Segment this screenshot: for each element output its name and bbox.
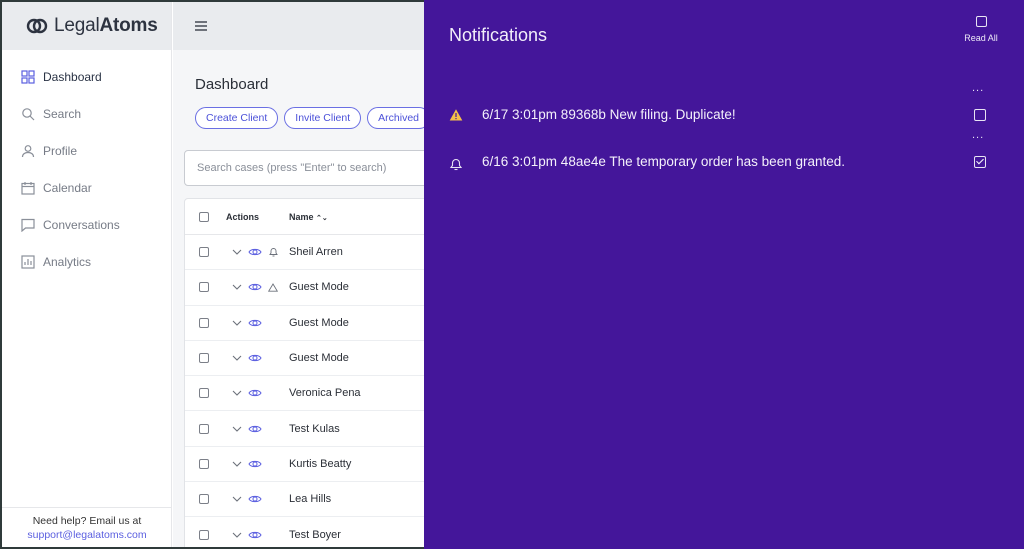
- eye-icon[interactable]: [248, 529, 262, 541]
- sidebar-item-label: Conversations: [43, 217, 120, 232]
- help-text: Need help? Email us at: [32, 515, 142, 527]
- read-all-label: Read All: [964, 33, 998, 43]
- more-options-icon[interactable]: ...: [972, 82, 984, 94]
- logo-icon: [26, 18, 48, 34]
- notifications-panel: Notifications Read All ... 6/17 3:01pm 8…: [424, 0, 1024, 549]
- sidebar-item-analytics[interactable]: Analytics: [2, 243, 171, 280]
- warning-icon: [449, 109, 463, 121]
- notification-item[interactable]: 6/17 3:01pm 89368b New filing. Duplicate…: [424, 104, 1024, 128]
- row-checkbox[interactable]: [198, 388, 209, 399]
- chevron-down-icon[interactable]: [230, 387, 244, 399]
- calendar-icon: [21, 181, 35, 195]
- chevron-down-icon[interactable]: [230, 246, 244, 258]
- sidebar-item-search[interactable]: Search: [2, 95, 171, 132]
- notifications-title: Notifications: [449, 25, 548, 45]
- sidebar-item-profile[interactable]: Profile: [2, 132, 171, 169]
- notification-read-checkbox[interactable]: [974, 109, 986, 121]
- archived-button[interactable]: Archived: [367, 107, 430, 129]
- notification-item[interactable]: 6/16 3:01pm 48ae4e The temporary order h…: [424, 151, 1024, 175]
- user-icon: [21, 144, 35, 157]
- sidebar-item-dashboard[interactable]: Dashboard: [2, 58, 171, 95]
- invite-client-button[interactable]: Invite Client: [284, 107, 362, 129]
- sidebar-item-label: Dashboard: [43, 69, 102, 84]
- chevron-down-icon[interactable]: [230, 352, 244, 364]
- eye-icon[interactable]: [248, 458, 262, 470]
- eye-icon[interactable]: [248, 246, 262, 258]
- page-title: Dashboard: [195, 76, 269, 93]
- row-checkbox[interactable]: [198, 458, 209, 469]
- row-checkbox[interactable]: [198, 494, 209, 505]
- bell-icon: [266, 246, 280, 258]
- row-checkbox[interactable]: [198, 282, 209, 293]
- chevron-down-icon[interactable]: [230, 423, 244, 435]
- sidebar-item-calendar[interactable]: Calendar: [2, 169, 171, 206]
- hamburger-menu-icon[interactable]: [194, 20, 208, 32]
- sort-icon: ⌃⌄: [316, 214, 328, 222]
- read-all-checkbox[interactable]: [975, 16, 987, 27]
- row-checkbox[interactable]: [198, 353, 209, 364]
- notification-text: 6/16 3:01pm 48ae4e The temporary order h…: [482, 154, 845, 169]
- chat-icon: [21, 218, 35, 232]
- chevron-down-icon[interactable]: [230, 281, 244, 293]
- notification-read-checkbox[interactable]: [974, 156, 986, 168]
- warning-icon: [266, 281, 280, 293]
- read-all-control[interactable]: Read All: [961, 16, 1001, 43]
- column-actions: Actions: [226, 211, 260, 222]
- sidebar-item-label: Search: [43, 106, 82, 121]
- support-email-link[interactable]: support@legalatoms.com: [27, 529, 146, 541]
- chevron-down-icon[interactable]: [230, 317, 244, 329]
- chevron-down-icon[interactable]: [230, 529, 244, 541]
- row-checkbox[interactable]: [198, 247, 209, 258]
- notification-text: 6/17 3:01pm 89368b New filing. Duplicate…: [482, 107, 736, 122]
- sidebar-nav: Dashboard Search Profile Calendar Conver…: [2, 58, 171, 280]
- logo-text[interactable]: LegalAtoms: [54, 15, 158, 37]
- help-footer: Need help? Email us at support@legalatom…: [2, 507, 172, 547]
- action-buttons: Create Client Invite Client Archived: [195, 107, 430, 129]
- row-checkbox[interactable]: [198, 529, 209, 540]
- chart-icon: [21, 254, 35, 269]
- select-all-checkbox[interactable]: [198, 211, 209, 222]
- eye-icon[interactable]: [248, 387, 262, 399]
- logo-bar: LegalAtoms: [2, 2, 171, 50]
- sidebar-item-conversations[interactable]: Conversations: [2, 206, 171, 243]
- sidebar: LegalAtoms Dashboard Search Profile Cale…: [2, 2, 172, 547]
- sidebar-item-label: Calendar: [43, 180, 92, 195]
- sidebar-item-label: Analytics: [43, 254, 92, 269]
- row-checkbox[interactable]: [198, 423, 209, 434]
- eye-icon[interactable]: [248, 493, 262, 505]
- chevron-down-icon[interactable]: [230, 458, 244, 470]
- eye-icon[interactable]: [248, 352, 262, 364]
- search-placeholder: Search cases (press "Enter" to search): [197, 162, 387, 174]
- row-checkbox[interactable]: [198, 317, 209, 328]
- search-icon: [22, 107, 35, 120]
- eye-icon[interactable]: [248, 281, 262, 293]
- create-client-button[interactable]: Create Client: [195, 107, 279, 129]
- eye-icon[interactable]: [248, 317, 262, 329]
- more-options-icon[interactable]: ...: [972, 129, 984, 141]
- eye-icon[interactable]: [248, 423, 262, 435]
- bell-icon: [449, 158, 463, 171]
- sidebar-item-label: Profile: [43, 143, 78, 158]
- grid-icon: [21, 69, 35, 84]
- chevron-down-icon[interactable]: [230, 493, 244, 505]
